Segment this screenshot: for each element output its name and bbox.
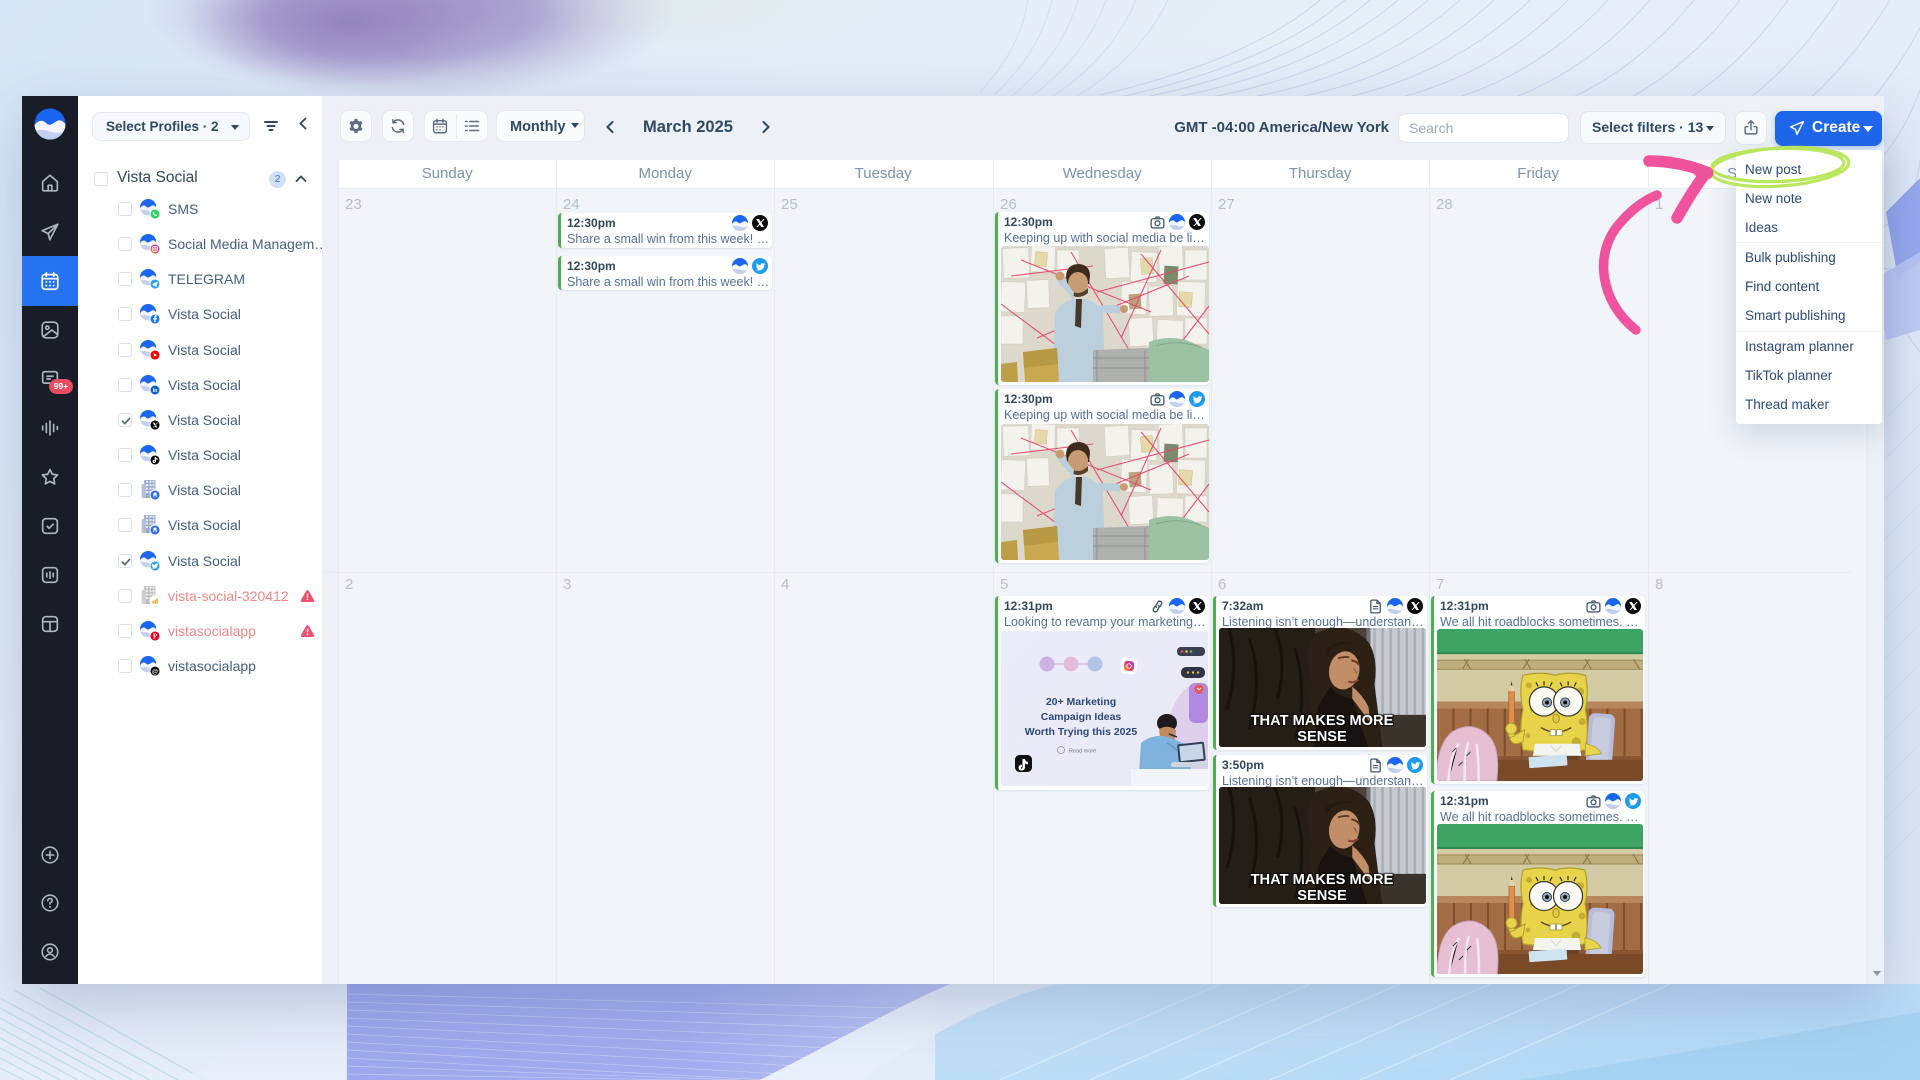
svg-text:@: @ xyxy=(152,668,158,675)
svg-text:P: P xyxy=(153,633,157,640)
svg-text:in: in xyxy=(153,388,158,394)
